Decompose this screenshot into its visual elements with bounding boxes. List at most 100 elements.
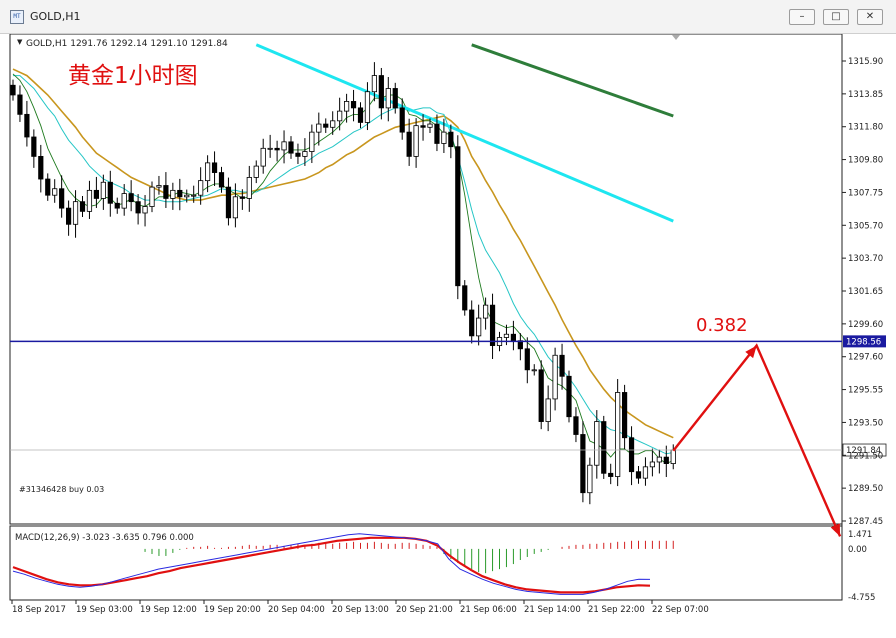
candle-body (114, 202, 120, 209)
candle-body (538, 369, 544, 422)
mt4-chart-window: MT GOLD,H1 – □ ✕ ▼ GOLD,H1 1291.76 1292.… (0, 0, 896, 634)
candle-body (462, 285, 468, 311)
candle-body (580, 434, 586, 494)
candle-body (211, 162, 218, 173)
candle-body (316, 123, 322, 133)
candle-body (191, 194, 197, 197)
window-title-bar[interactable]: MT GOLD,H1 – □ ✕ (0, 0, 896, 34)
candle-body (420, 125, 426, 128)
candle-body (163, 185, 169, 199)
candle-body (566, 375, 572, 418)
candle-body (260, 147, 266, 167)
candle-body (427, 123, 433, 128)
candle-body (79, 201, 86, 212)
fib-level-label: 0.382 (696, 315, 748, 336)
candle-body (100, 181, 106, 199)
candle-body (59, 188, 65, 209)
candle (538, 360, 544, 430)
candle-body (10, 84, 16, 96)
chart-canvas[interactable]: ▼ GOLD,H1 1291.76 1292.14 1291.10 1291.8… (0, 33, 896, 634)
candle-body (642, 466, 649, 479)
window-title: GOLD,H1 (30, 10, 81, 23)
close-button[interactable]: ✕ (857, 9, 883, 25)
candle-body (378, 75, 384, 109)
candle-body (107, 181, 113, 204)
candle-body (524, 348, 530, 371)
price-axis-label: 1307.75 (848, 188, 883, 198)
candle-body (218, 172, 225, 188)
candle-body (350, 101, 357, 109)
candle-body (545, 398, 551, 422)
macd-axis-label: 1.471 (848, 530, 872, 540)
chart-info-line: GOLD,H1 1291.76 1292.14 1291.10 1291.84 (26, 39, 228, 49)
candle-body (670, 449, 676, 465)
candle-body (295, 152, 301, 157)
candle-body (635, 471, 642, 479)
candle-body (364, 91, 371, 123)
minimize-button[interactable]: – (789, 9, 815, 25)
candle-body (177, 189, 183, 198)
time-axis-layer: 18 Sep 2017 19 Sep 03:00 19 Sep 12:00 19 Se… (11, 600, 709, 615)
candle-body (608, 472, 614, 477)
candle-body (559, 354, 565, 377)
candle-body (281, 141, 287, 151)
candle-body (330, 120, 336, 128)
restore-button[interactable]: □ (823, 9, 849, 25)
candle (462, 280, 468, 316)
chart-dropdown-icon[interactable]: ▼ (17, 38, 23, 46)
candle-body (628, 437, 635, 473)
price-axis-label: 1303.70 (848, 254, 883, 264)
candle-body (45, 178, 51, 196)
close-icon: ✕ (865, 11, 875, 22)
time-axis-label: 18 Sep 2017 (12, 605, 66, 615)
price-axis-label: 1291.50 (848, 451, 883, 461)
price-axis-label: 1299.60 (848, 320, 883, 330)
time-axis-label: 21 Sep 14:00 (524, 605, 581, 615)
candle-body (601, 421, 607, 474)
order-label: #31346428 buy 0.03 (19, 485, 104, 494)
candle-body (184, 194, 190, 198)
candle-body (204, 162, 211, 182)
candle-body (24, 113, 30, 138)
time-axis-label: 19 Sep 20:00 (204, 605, 261, 615)
candle-body (573, 416, 579, 435)
candle-body (392, 88, 398, 109)
candle (601, 415, 607, 479)
candle-body (17, 94, 23, 115)
time-axis-label: 19 Sep 12:00 (140, 605, 197, 615)
price-axis-label: 1293.50 (848, 418, 883, 428)
candle-body (489, 304, 496, 346)
candle-body (434, 123, 440, 144)
chart-frame: ▼ GOLD,H1 1291.76 1292.14 1291.10 1291.8… (0, 33, 896, 634)
price-axis-label: 1295.55 (848, 386, 883, 396)
candle-body (86, 189, 93, 212)
time-axis-label: 22 Sep 07:00 (652, 605, 709, 615)
restore-icon: □ (831, 11, 841, 22)
macd-label: MACD(12,26,9) -3.023 -3.635 0.796 0.000 (15, 533, 194, 543)
candle-body (531, 369, 537, 372)
candle-body (66, 207, 72, 225)
candle-body (510, 333, 517, 342)
candle-body (469, 309, 475, 337)
candle-body (246, 177, 252, 199)
candle-body (170, 189, 176, 199)
time-axis-label: 20 Sep 04:00 (268, 605, 325, 615)
candle-body (399, 107, 405, 133)
price-axis-label: 1301.65 (848, 287, 883, 297)
time-axis-label: 20 Sep 21:00 (396, 605, 453, 615)
candle-body (448, 131, 454, 148)
price-axis-label: 1287.45 (848, 517, 883, 527)
candle-body (594, 421, 600, 466)
candle-body (663, 456, 669, 465)
candle-body (455, 146, 461, 287)
price-axis-label: 1289.50 (848, 484, 883, 494)
price-axis-label: 1309.80 (848, 156, 883, 166)
candle-body (357, 107, 364, 123)
price-axis-layer: 1315.90 1313.85 1311.80 1309.80 1307.75 1305.… (842, 57, 883, 527)
candle-body (274, 147, 280, 151)
macd-axis-label: 0.00 (848, 545, 867, 555)
annotation-title: 黄金1小时图 (68, 63, 198, 89)
candle (615, 379, 621, 487)
candle-body (135, 201, 141, 214)
price-axis-label: 1305.70 (848, 221, 883, 231)
